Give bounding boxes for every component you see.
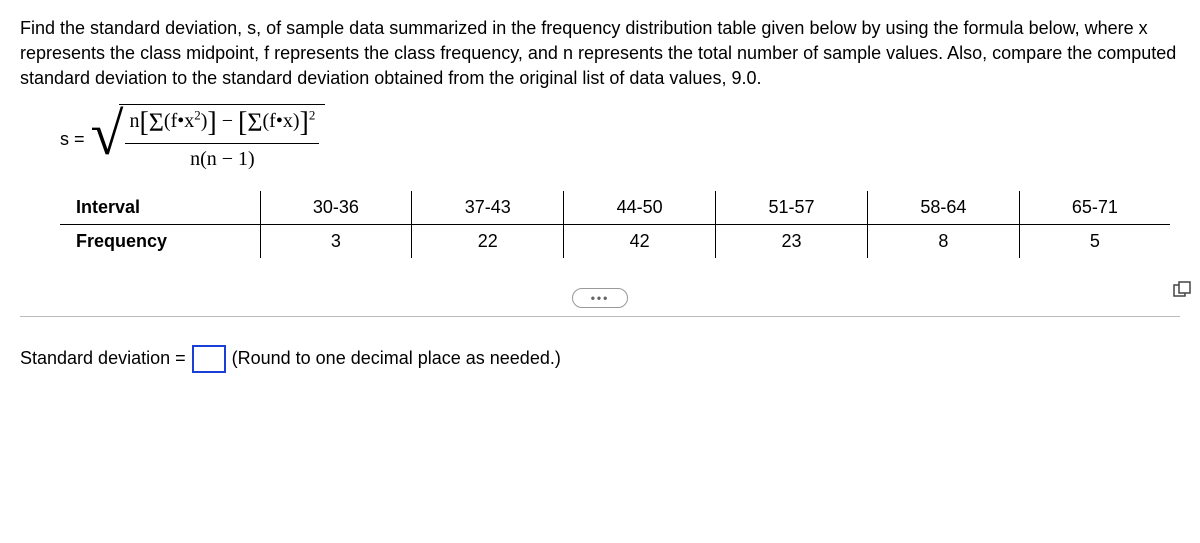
frequency-cell: 3: [260, 224, 412, 258]
table-row: Interval 30-36 37-43 44-50 51-57 58-64 6…: [60, 191, 1170, 225]
formula-numerator: n[Σ(f•x2)] − [Σ(f•x)]2: [125, 105, 319, 143]
formula-denominator: n(n − 1): [186, 144, 259, 173]
expand-button[interactable]: •••: [572, 288, 628, 308]
frequency-cell: 8: [867, 224, 1019, 258]
popout-icon: [1172, 280, 1192, 300]
interval-cell: 44-50: [564, 191, 716, 225]
formula: s = √ n[Σ(f•x2)] − [Σ(f•x)]2 n(n − 1): [60, 104, 1180, 175]
standard-deviation-input[interactable]: [192, 345, 226, 373]
section-divider: [20, 316, 1180, 317]
table-row: Frequency 3 22 42 23 8 5: [60, 224, 1170, 258]
interval-label: Interval: [60, 191, 260, 225]
answer-row: Standard deviation = (Round to one decim…: [20, 345, 1180, 373]
frequency-cell: 5: [1019, 224, 1170, 258]
problem-statement: Find the standard deviation, s, of sampl…: [20, 16, 1180, 92]
popout-button[interactable]: [1172, 280, 1192, 300]
formula-lhs: s =: [60, 129, 85, 150]
frequency-cell: 22: [412, 224, 564, 258]
square-root: √ n[Σ(f•x2)] − [Σ(f•x)]2 n(n − 1): [91, 104, 326, 175]
ellipsis-icon: •••: [591, 291, 610, 305]
interval-cell: 37-43: [412, 191, 564, 225]
answer-label: Standard deviation =: [20, 348, 186, 369]
frequency-table: Interval 30-36 37-43 44-50 51-57 58-64 6…: [60, 191, 1170, 258]
interval-cell: 58-64: [867, 191, 1019, 225]
frequency-cell: 23: [716, 224, 868, 258]
interval-cell: 65-71: [1019, 191, 1170, 225]
interval-cell: 30-36: [260, 191, 412, 225]
frequency-label: Frequency: [60, 224, 260, 258]
answer-hint: (Round to one decimal place as needed.): [232, 348, 561, 369]
interval-cell: 51-57: [716, 191, 868, 225]
frequency-cell: 42: [564, 224, 716, 258]
